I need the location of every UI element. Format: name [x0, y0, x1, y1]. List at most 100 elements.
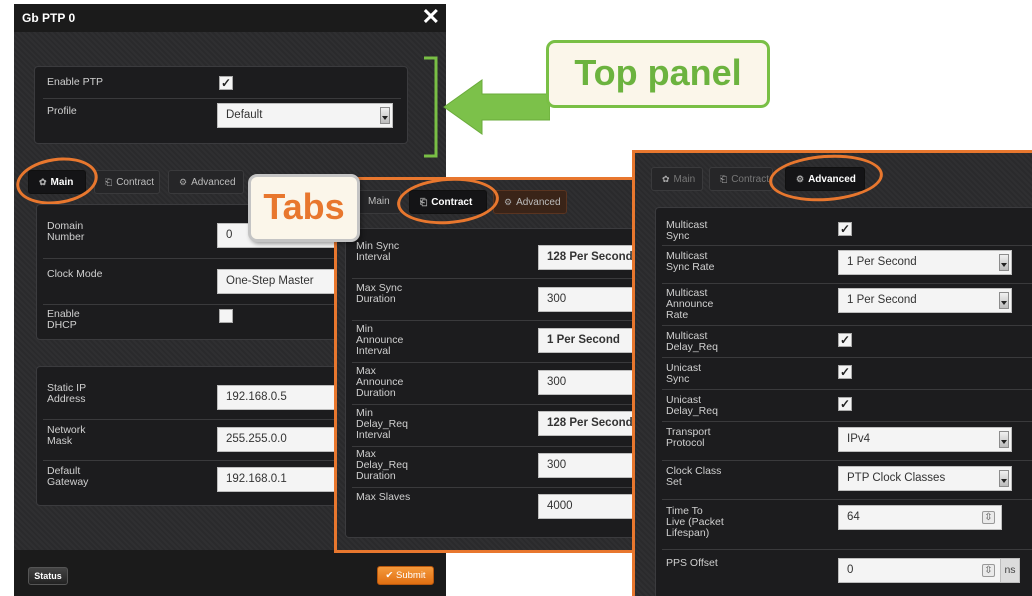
- advanced-panel: ✿ Main ⎗ Contract ⚙ Advanced Multicast Sync…: [632, 150, 1032, 596]
- contract-panel: Main ⎗ Contract ⚙ Advanced Min Sync Interv…: [334, 174, 650, 553]
- chevron-down-icon: [999, 254, 1009, 271]
- close-icon[interactable]: ✕: [422, 5, 440, 29]
- profile-select-value: Default: [226, 109, 263, 121]
- enable-dhcp-checkbox[interactable]: [219, 309, 233, 323]
- enable-ptp-checkbox[interactable]: ✓: [219, 76, 233, 90]
- contract-icon: ⎗: [420, 197, 428, 207]
- pps-offset-unit: ns: [1000, 558, 1020, 583]
- tab-advanced[interactable]: ⚙ Advanced: [785, 167, 865, 191]
- chevron-down-icon: [999, 431, 1009, 448]
- max-sync-duration-value: 300: [547, 293, 567, 305]
- network-mask-label: Network Mask: [47, 424, 86, 447]
- transport-protocol-label: Transport Protocol: [666, 426, 711, 449]
- tab-advanced-label: Advanced: [516, 197, 561, 208]
- tab-main[interactable]: ✿ Main: [28, 170, 86, 194]
- stepper-icon[interactable]: ⇳: [982, 511, 995, 524]
- gears-icon: ⚙: [179, 177, 188, 187]
- multicast-delay-req-label: Multicast Delay_Req: [666, 330, 718, 353]
- tab-contract[interactable]: ⎗ Contract: [409, 190, 487, 214]
- advanced-settings-group: Multicast Sync ✓ Multicast Sync Rate 1 P…: [655, 207, 1032, 596]
- gears-icon: ⚙: [796, 174, 805, 184]
- profile-select[interactable]: Default: [217, 103, 393, 128]
- domain-number-label: Domain Number: [47, 220, 85, 243]
- multicast-announce-rate-select[interactable]: 1 Per Second: [838, 288, 1012, 313]
- tab-contract[interactable]: ⎗ Contract: [709, 167, 773, 191]
- domain-number-value: 0: [226, 229, 233, 241]
- enable-ptp-label: Enable PTP: [47, 76, 104, 88]
- network-mask-value: 255.255.0.0: [226, 433, 287, 445]
- tab-advanced-label: Advanced: [191, 177, 236, 188]
- top-panel-pointer: [424, 56, 550, 158]
- contract-icon: ⎗: [105, 177, 113, 187]
- pps-offset-value: 0: [847, 564, 854, 576]
- tab-advanced[interactable]: ⚙ Advanced: [168, 170, 244, 194]
- static-ip-value: 192.168.0.5: [226, 391, 287, 403]
- multicast-delay-req-checkbox[interactable]: ✓: [838, 333, 852, 347]
- unicast-sync-checkbox[interactable]: ✓: [838, 365, 852, 379]
- multicast-sync-rate-label: Multicast Sync Rate: [666, 250, 715, 273]
- contract-settings-group: Min Sync Interval 128 Per Second Max Syn…: [345, 228, 650, 538]
- pps-offset-input[interactable]: 0 ⇳: [838, 558, 1002, 583]
- chevron-down-icon: [999, 470, 1009, 487]
- transport-protocol-value: IPv4: [847, 433, 871, 445]
- tab-contract-label: Contract: [431, 197, 473, 208]
- tab-main-label: Main: [368, 196, 390, 207]
- dialog-title: Gb PTP 0: [22, 11, 76, 25]
- multicast-sync-label: Multicast Sync: [666, 219, 708, 242]
- tab-main[interactable]: ✿ Main: [651, 167, 703, 191]
- min-announce-interval-value: 1 Per Second: [547, 334, 620, 346]
- multicast-announce-rate-value: 1 Per Second: [847, 294, 917, 306]
- min-sync-interval-label: Min Sync Interval: [356, 240, 400, 263]
- max-delay-req-duration-label: Max Delay_Req Duration: [356, 448, 408, 482]
- pps-offset-label: PPS Offset: [666, 557, 718, 569]
- min-delay-req-interval-value: 128 Per Second: [547, 417, 633, 429]
- tabs-callout: Tabs: [248, 174, 360, 242]
- tab-contract[interactable]: ⎗ Contract: [94, 170, 160, 194]
- clock-class-set-select[interactable]: PTP Clock Classes: [838, 466, 1012, 491]
- multicast-sync-checkbox[interactable]: ✓: [838, 222, 852, 236]
- min-sync-interval-value: 128 Per Second: [547, 251, 633, 263]
- clock-mode-label: Clock Mode: [47, 268, 103, 280]
- tab-contract-label: Contract: [116, 177, 154, 188]
- default-gateway-label: Default Gateway: [47, 465, 89, 488]
- default-gateway-value: 192.168.0.1: [226, 473, 287, 485]
- submit-button[interactable]: ✔ Submit: [377, 566, 434, 585]
- max-slaves-value: 4000: [547, 500, 573, 512]
- static-ip-label: Static IP Address: [47, 382, 87, 405]
- tab-advanced[interactable]: ⚙ Advanced: [493, 190, 567, 214]
- min-announce-interval-label: Min Announce Interval: [356, 323, 404, 357]
- tab-main-label: Main: [50, 177, 74, 188]
- enable-dhcp-label: Enable DHCP: [47, 308, 80, 331]
- top-panel: Enable PTP ✓ Profile Default: [34, 66, 408, 144]
- dialog-titlebar: Gb PTP 0 ✕: [14, 4, 446, 32]
- chevron-down-icon: [999, 292, 1009, 309]
- max-announce-duration-value: 300: [547, 376, 567, 388]
- multicast-sync-rate-select[interactable]: 1 Per Second: [838, 250, 1012, 275]
- stepper-icon[interactable]: ⇳: [982, 564, 995, 577]
- tab-advanced-label: Advanced: [808, 174, 856, 185]
- dialog-footer: Status ✔ Submit: [14, 550, 446, 596]
- transport-protocol-select[interactable]: IPv4: [838, 427, 1012, 452]
- time-to-live-input[interactable]: 64 ⇳: [838, 505, 1002, 530]
- gears-icon: ⚙: [504, 197, 513, 207]
- unicast-delay-req-label: Unicast Delay_Req: [666, 394, 718, 417]
- clock-class-set-value: PTP Clock Classes: [847, 472, 946, 484]
- status-button[interactable]: Status: [28, 567, 68, 585]
- max-announce-duration-label: Max Announce Duration: [356, 365, 404, 399]
- max-slaves-label: Max Slaves: [356, 491, 411, 503]
- clock-mode-value: One-Step Master: [226, 275, 314, 287]
- chevron-down-icon: [380, 107, 390, 124]
- clock-class-set-label: Clock Class Set: [666, 465, 722, 488]
- profile-label: Profile: [47, 105, 77, 117]
- contract-icon: ⎗: [720, 174, 728, 184]
- top-panel-callout: Top panel: [546, 40, 770, 108]
- gear-icon: ✿: [662, 174, 670, 184]
- max-sync-duration-label: Max Sync Duration: [356, 282, 403, 305]
- tab-main[interactable]: Main: [357, 190, 401, 214]
- unicast-delay-req-checkbox[interactable]: ✓: [838, 397, 852, 411]
- unicast-sync-label: Unicast Sync: [666, 362, 702, 385]
- time-to-live-value: 64: [847, 511, 860, 523]
- gear-icon: ✿: [39, 177, 47, 187]
- multicast-sync-rate-value: 1 Per Second: [847, 256, 917, 268]
- tab-contract-label: Contract: [731, 174, 769, 185]
